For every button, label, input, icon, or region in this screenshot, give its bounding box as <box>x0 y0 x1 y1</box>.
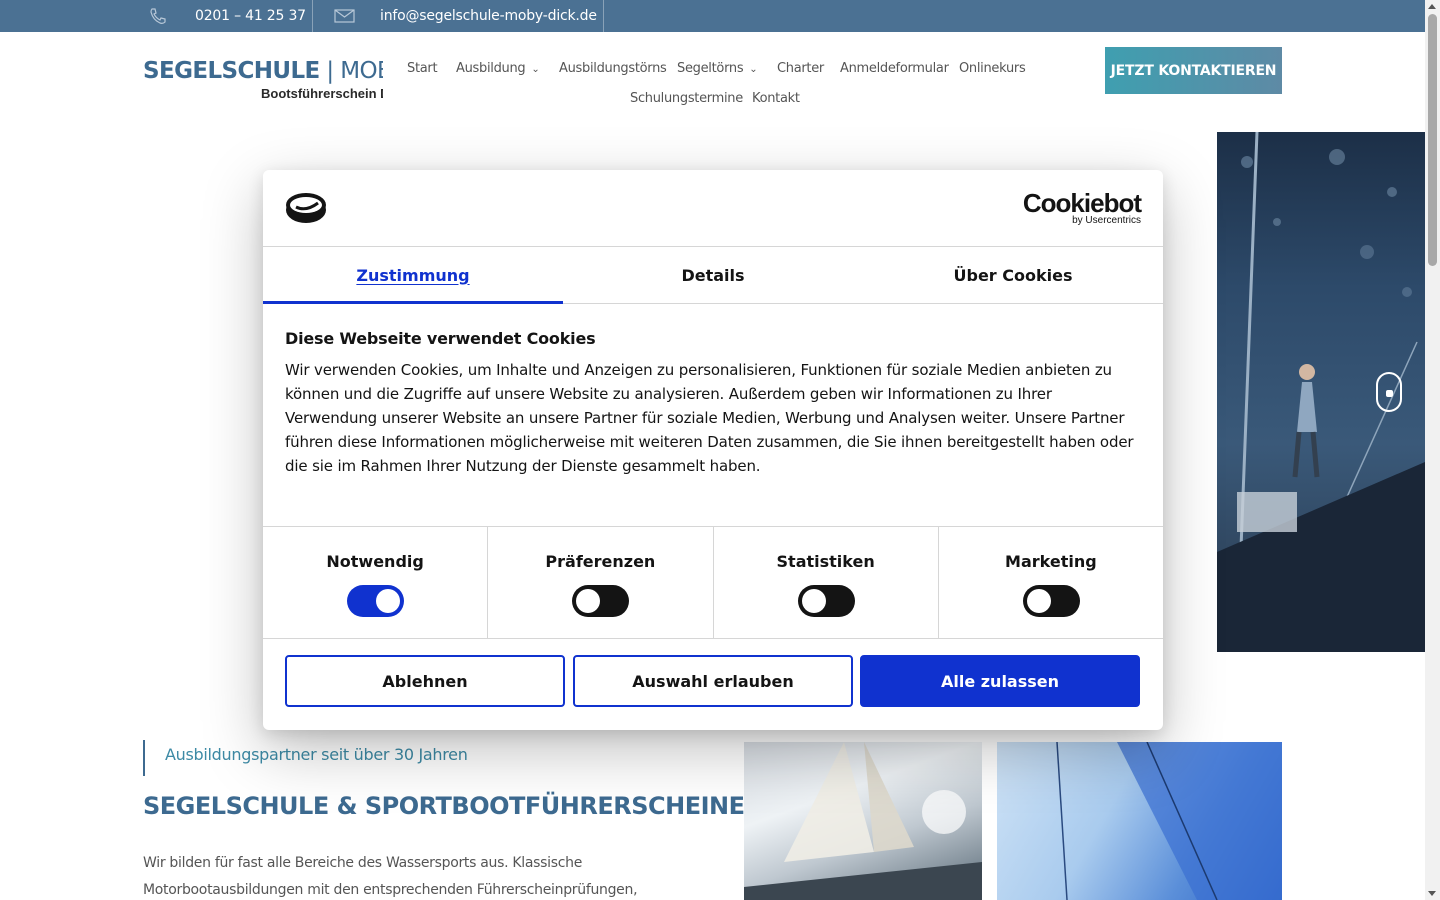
scroll-up-icon[interactable] <box>1428 4 1436 9</box>
logo-subtitle: Bootsführerschein D <box>261 86 383 101</box>
tab-zustimmung[interactable]: Zustimmung <box>263 247 563 304</box>
chevron-down-icon: ⌄ <box>749 64 758 75</box>
phone-link[interactable]: 0201 – 41 25 37 <box>195 0 306 32</box>
scroll-dot-icon <box>1386 390 1393 397</box>
top-contact-bar: 0201 – 41 25 37 info@segelschule-moby-di… <box>0 0 1425 32</box>
chevron-down-icon: ⌄ <box>531 64 540 75</box>
phone-icon <box>148 0 168 32</box>
nav-item-onlinekurs[interactable]: Onlinekurs <box>959 61 1026 76</box>
cookie-category-toggles: Notwendig Präferenzen Statistiken Market… <box>263 526 1163 639</box>
nav-item-segeltoerns[interactable]: Segeltörns ⌄ <box>677 61 758 76</box>
toggle-label: Präferenzen <box>545 552 656 571</box>
allow-all-button[interactable]: Alle zulassen <box>860 655 1140 707</box>
page-scrollbar[interactable] <box>1425 0 1440 900</box>
section-heading: SEGELSCHULE & SPORTBOOTFÜHRERSCHEINE <box>143 792 745 820</box>
nav-item-ausbildungstoerns[interactable]: Ausbildungstörns <box>559 61 667 76</box>
reject-button[interactable]: Ablehnen <box>285 655 565 707</box>
topbar-divider <box>312 0 313 32</box>
site-logo[interactable]: SEGELSCHULE | MOBY Bootsführerschein D <box>143 56 383 104</box>
toggle-label: Notwendig <box>326 552 424 571</box>
toggle-group-statistiken: Statistiken <box>714 527 939 638</box>
logo-main-text: SEGELSCHULE <box>143 58 320 84</box>
section-paragraph: Wir bilden für fast alle Bereiche des Wa… <box>143 855 638 898</box>
toggle-marketing[interactable] <box>1022 585 1080 617</box>
toggle-knob <box>376 589 401 613</box>
toggle-knob <box>801 589 826 613</box>
email-icon <box>334 0 356 32</box>
toggle-label: Marketing <box>1005 552 1097 571</box>
toggle-group-praeferenzen: Präferenzen <box>488 527 714 638</box>
cookie-description: Wir verwenden Cookies, um Inhalte und An… <box>285 361 1134 475</box>
toggle-knob <box>576 589 601 613</box>
logo-sep-text: | MOBY <box>326 58 383 84</box>
contact-cta-button[interactable]: JETZT KONTAKTIEREN <box>1105 47 1282 94</box>
nav-item-start[interactable]: Start <box>407 61 438 76</box>
allow-selection-button[interactable]: Auswahl erlauben <box>573 655 853 707</box>
nav-item-ausbildung[interactable]: Ausbildung ⌄ <box>456 61 540 76</box>
cookie-dialog-header: Cookiebot by Usercentrics <box>263 170 1163 247</box>
cookiebot-brand-name: Cookiebot <box>1022 188 1142 218</box>
toggle-notwendig[interactable] <box>347 585 405 617</box>
tab-ueber-cookies[interactable]: Über Cookies <box>863 247 1163 303</box>
nav-item-label: Segeltörns <box>677 61 744 76</box>
cookie-tabs: Zustimmung Details Über Cookies <box>263 247 1163 304</box>
cookiebot-brand[interactable]: Cookiebot by Usercentrics <box>1022 188 1142 226</box>
toggle-knob <box>1026 589 1051 613</box>
nav-item-anmeldeformular[interactable]: Anmeldeformular <box>840 61 949 76</box>
nav-item-schulungstermine[interactable]: Schulungstermine <box>630 91 743 106</box>
toggle-praeferenzen[interactable] <box>572 585 630 617</box>
scroll-down-icon[interactable] <box>1428 891 1436 896</box>
kicker-accent-line <box>143 740 145 776</box>
email-link[interactable]: info@segelschule-moby-dick.de <box>380 0 597 32</box>
toggle-group-marketing: Marketing <box>939 527 1163 638</box>
tab-details[interactable]: Details <box>563 247 863 303</box>
cookie-consent-dialog: Cookiebot by Usercentrics Zustimmung Det… <box>263 170 1163 730</box>
sailboat-sunset-photo <box>744 742 982 900</box>
cookie-logo-icon <box>285 192 327 224</box>
toggle-group-notwendig: Notwendig <box>263 527 489 638</box>
nav-item-kontakt[interactable]: Kontakt <box>752 91 800 106</box>
nav-item-label: Ausbildung <box>456 61 526 76</box>
blue-sail-photo <box>997 742 1282 900</box>
section-kicker: Ausbildungspartner seit über 30 Jahren <box>165 745 468 764</box>
toggle-statistiken[interactable] <box>797 585 855 617</box>
topbar-divider <box>603 0 604 32</box>
toggle-label: Statistiken <box>776 552 875 571</box>
cookie-title: Diese Webseite verwendet Cookies <box>285 329 596 348</box>
scroll-down-indicator[interactable] <box>1376 372 1402 412</box>
scrollbar-thumb[interactable] <box>1428 14 1437 266</box>
nav-item-charter[interactable]: Charter <box>777 61 824 76</box>
